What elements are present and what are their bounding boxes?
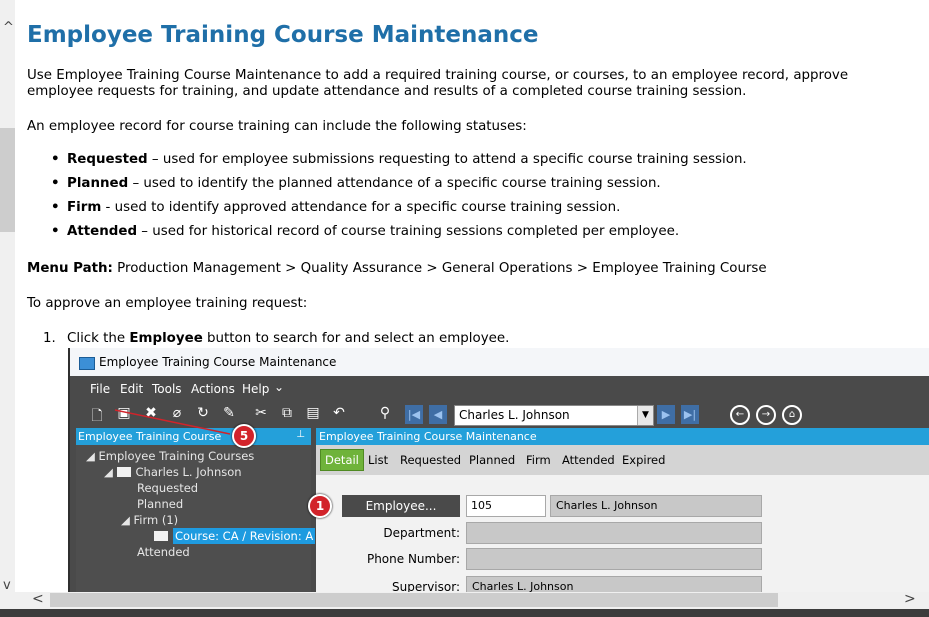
menu-path: Menu Path: Production Management > Quali… [27,261,911,277]
approve-intro: To approve an employee training request: [27,296,308,311]
step-text: button to search for and select an emplo… [202,331,510,346]
status-term: Requested [67,152,148,167]
callout-badge: 5 [232,424,256,448]
step-text: Click the [67,331,130,346]
status-desc: – used for historical record of course t… [137,224,680,239]
scroll-down-icon[interactable]: v [3,578,11,593]
status-term: Attended [67,224,138,239]
vertical-scrollbar[interactable]: ^ v [0,0,15,596]
status-desc: – used for employee submissions requesti… [147,152,747,167]
list-item: Firm - used to identify approved attenda… [51,200,747,224]
vertical-scroll-thumb[interactable] [0,128,15,232]
menu-path-label: Menu Path: [27,261,113,276]
status-term: Planned [67,176,129,191]
statuses-intro: An employee record for course training c… [27,119,527,134]
menu-path-value: Production Management > Quality Assuranc… [112,261,767,276]
step-1: 1. Click the Employee button to search fo… [43,331,929,347]
scroll-up-icon[interactable]: ^ [3,20,14,35]
intro-paragraph: Use Employee Training Course Maintenance… [27,68,849,99]
page-title: Employee Training Course Maintenance [27,22,539,48]
scroll-left-icon[interactable]: < [32,591,44,607]
list-item: Planned – used to identify the planned a… [51,176,747,200]
list-item: Requested – used for employee submission… [51,152,747,176]
step-number: 1. [43,331,56,346]
step-bold: Employee [129,331,203,346]
callout-badge: 1 [308,494,332,518]
bottom-bar [0,609,929,617]
status-desc: – used to identify the planned attendanc… [128,176,661,191]
callout-connector [114,409,231,435]
list-item: Attended – used for historical record of… [51,224,747,248]
status-term: Firm [67,200,102,215]
horizontal-scrollbar[interactable]: < > [0,591,929,609]
horizontal-scroll-thumb[interactable] [50,593,778,607]
scroll-right-icon[interactable]: > [904,591,916,607]
status-list: Requested – used for employee submission… [27,152,747,248]
status-desc: - used to identify approved attendance f… [101,200,621,215]
app-window: Employee Training Course Maintenance Fil… [68,348,929,592]
